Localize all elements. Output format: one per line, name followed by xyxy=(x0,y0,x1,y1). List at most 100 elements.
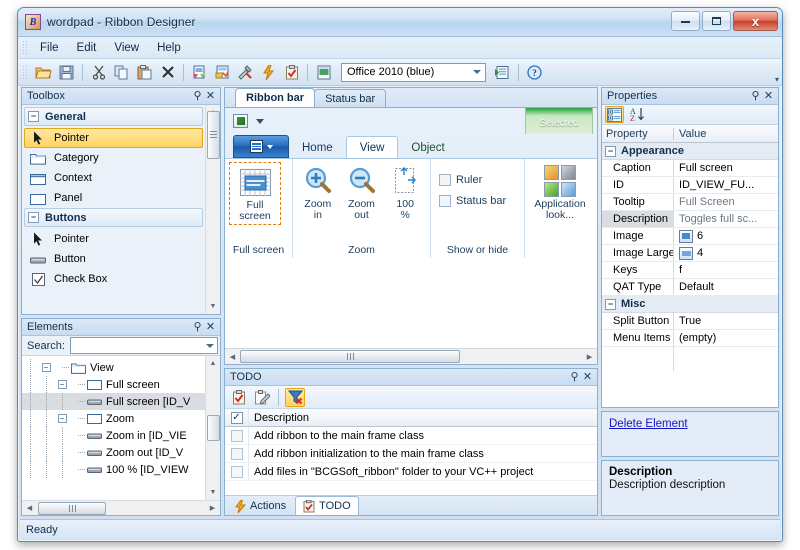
pin-icon[interactable]: ⚲ xyxy=(749,90,762,103)
scroll-left-icon[interactable]: ◀ xyxy=(23,502,36,515)
row-checkbox-cell[interactable] xyxy=(225,445,249,462)
property-row-id[interactable]: ID ID_VIEW_FU... xyxy=(602,177,778,194)
scrollbar-thumb[interactable] xyxy=(38,501,106,515)
add-todo-button[interactable] xyxy=(229,388,249,407)
menu-item-edit[interactable]: Edit xyxy=(68,39,106,57)
scroll-down-icon[interactable]: ▼ xyxy=(207,486,220,499)
designer-canvas[interactable]: Selected Home View Object Full screen Fu… xyxy=(225,108,597,364)
preview-button[interactable] xyxy=(313,62,334,83)
toolbox-group-general[interactable]: − General xyxy=(24,107,203,126)
ribbon-checkbox-status-bar[interactable]: Status bar xyxy=(435,191,506,210)
expander-cell[interactable]: − xyxy=(54,410,70,427)
tree-item-view[interactable]: − View xyxy=(22,359,205,376)
checkbox-icon[interactable]: ✓ xyxy=(230,411,243,424)
cut-button[interactable] xyxy=(88,62,109,83)
close-icon[interactable]: ✕ xyxy=(204,90,217,103)
property-value[interactable]: True xyxy=(674,315,778,327)
ribbon-tab-object[interactable]: Object xyxy=(398,137,457,158)
checkbox-icon[interactable] xyxy=(439,194,451,207)
collapse-icon[interactable]: − xyxy=(41,363,51,372)
tree-item-zoom-out[interactable]: Zoom out [ID_V xyxy=(22,444,205,461)
toolbox-item-context[interactable]: Context xyxy=(24,168,203,188)
tree-item-full-screen-panel[interactable]: − Full screen xyxy=(22,376,205,393)
close-button[interactable]: x xyxy=(733,11,778,31)
ribbon-button-full-screen[interactable]: Full screen xyxy=(229,162,281,225)
elements-horizontal-scrollbar[interactable]: ◀ ▶ xyxy=(22,500,220,515)
toolbox-item-category[interactable]: Category xyxy=(24,148,203,168)
tree-item-zoom-panel[interactable]: − Zoom xyxy=(22,410,205,427)
copy-button[interactable] xyxy=(111,62,132,83)
help-button[interactable]: ? xyxy=(524,62,545,83)
property-row-qat-type[interactable]: QAT Type Default xyxy=(602,279,778,296)
property-value[interactable]: Toggles full sc... xyxy=(674,213,778,225)
property-value[interactable]: Full Screen xyxy=(674,196,778,208)
scroll-right-icon[interactable]: ▶ xyxy=(582,349,597,364)
menu-gripper[interactable] xyxy=(22,40,28,55)
property-category-appearance[interactable]: − Appearance xyxy=(602,143,778,160)
property-value-cell[interactable]: 4 xyxy=(674,246,778,260)
toolbox-item-pointer-buttons[interactable]: Pointer xyxy=(24,229,203,249)
toolbox-group-buttons[interactable]: − Buttons xyxy=(24,208,203,227)
ribbon-checkbox-ruler[interactable]: Ruler xyxy=(435,170,482,189)
todo-button[interactable] xyxy=(281,62,302,83)
property-row-menu-items[interactable]: Menu Items (empty) xyxy=(602,330,778,347)
scroll-left-icon[interactable]: ◀ xyxy=(225,349,240,364)
chevron-down-icon[interactable] xyxy=(256,118,264,124)
toolbox-vertical-scrollbar[interactable]: ▲ ▼ xyxy=(205,105,220,314)
search-input[interactable] xyxy=(69,337,218,354)
checkbox-icon[interactable] xyxy=(230,447,243,460)
designer-horizontal-scrollbar[interactable]: ◀ ▶ xyxy=(225,348,597,364)
property-value-cell[interactable]: 6 xyxy=(674,229,778,243)
ribbon-tab-view[interactable]: View xyxy=(345,136,399,158)
tab-actions[interactable]: Actions xyxy=(228,497,293,515)
toolbox-item-button[interactable]: Button xyxy=(24,249,203,269)
collapse-icon[interactable]: − xyxy=(605,145,616,157)
table-row[interactable]: Add ribbon initialization to the main fr… xyxy=(225,445,597,463)
maximize-button[interactable] xyxy=(702,11,731,31)
property-value[interactable]: (empty) xyxy=(674,332,778,344)
tools-button[interactable] xyxy=(235,62,256,83)
tree-item-zoom-in[interactable]: Zoom in [ID_VIE xyxy=(22,427,205,444)
edit-todo-button[interactable] xyxy=(252,388,272,407)
property-row-image-large[interactable]: Image Large 4 xyxy=(602,245,778,262)
property-value[interactable]: Full screen xyxy=(674,162,778,174)
qat-icon[interactable] xyxy=(233,114,248,128)
checkbox-icon[interactable] xyxy=(439,173,451,186)
filter-todo-button[interactable] xyxy=(285,387,305,407)
delete-button[interactable] xyxy=(157,62,178,83)
tree-item-100-percent[interactable]: 100 % [ID_VIEW xyxy=(22,461,205,478)
property-value[interactable]: Default xyxy=(674,281,778,293)
tab-ribbon-bar[interactable]: Ribbon bar xyxy=(235,88,316,107)
property-row-description[interactable]: Description Toggles full sc... xyxy=(602,211,778,228)
style-combo[interactable]: Office 2010 (blue) xyxy=(341,62,486,82)
alphabetical-sort-button[interactable]: A Z xyxy=(628,106,647,123)
close-icon[interactable]: ✕ xyxy=(581,371,594,384)
property-row-split-button[interactable]: Split Button True xyxy=(602,313,778,330)
table-row[interactable]: Add files in "BCGSoft_ribbon" folder to … xyxy=(225,463,597,481)
select-all-cell[interactable]: ✓ xyxy=(225,409,249,426)
collapse-icon[interactable]: − xyxy=(28,111,39,122)
scrollbar-thumb[interactable] xyxy=(206,110,220,159)
pin-icon[interactable]: ⚲ xyxy=(191,90,204,103)
close-icon[interactable]: ✕ xyxy=(762,90,775,103)
minimize-button[interactable] xyxy=(671,11,700,31)
scroll-right-icon[interactable]: ▶ xyxy=(206,502,219,515)
collapse-icon[interactable]: − xyxy=(605,298,616,310)
scrollbar-thumb[interactable] xyxy=(240,350,460,363)
menu-item-view[interactable]: View xyxy=(105,39,148,57)
toolbar-overflow-icon[interactable]: ▾ xyxy=(775,75,779,84)
property-row-keys[interactable]: Keys f xyxy=(602,262,778,279)
collapse-icon[interactable]: − xyxy=(57,380,67,389)
property-category-misc[interactable]: − Misc xyxy=(602,296,778,313)
property-row-caption[interactable]: Caption Full screen xyxy=(602,160,778,177)
ribbon-button-zoom-out[interactable]: Zoom out xyxy=(341,162,383,223)
tab-status-bar[interactable]: Status bar xyxy=(314,89,387,107)
property-value[interactable]: f xyxy=(674,264,778,276)
open-button[interactable] xyxy=(33,62,54,83)
tree-item-full-screen-button[interactable]: Full screen [ID_V xyxy=(22,393,205,410)
toolbox-item-checkbox[interactable]: Check Box xyxy=(24,269,203,289)
pin-icon[interactable]: ⚲ xyxy=(568,371,581,384)
close-icon[interactable]: ✕ xyxy=(204,321,217,334)
ribbon-tab-home[interactable]: Home xyxy=(289,137,346,158)
checkbox-icon[interactable] xyxy=(230,465,243,478)
